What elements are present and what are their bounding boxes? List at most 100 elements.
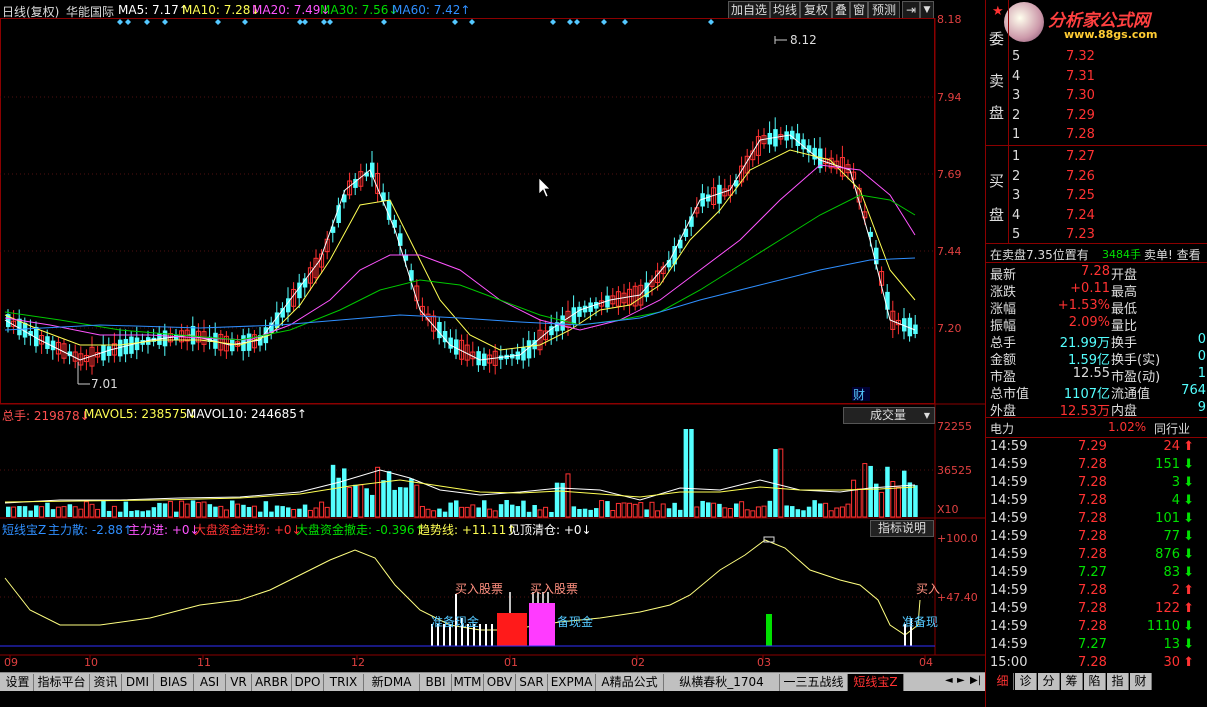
tick-time: 14:59 [990,511,1028,526]
tick-volume: 3 [1171,475,1180,490]
tick-time: 14:59 [990,475,1028,490]
sell-level-row[interactable]: 2 7.29 [986,107,1207,125]
indicator-tabbar: 设置 指标平台 资讯 DMI BIAS ASI VR ARBR DPO TRIX 新DMA BBI MT… [0,672,985,691]
tick-volume: 1110 [1146,619,1180,634]
quote-row: 市盈 12.55 市盈(动) 1 [986,365,1207,385]
tick-price: 7.28 [1078,655,1107,670]
high-price-label: 8.12 [790,33,817,47]
tick-price: 7.28 [1078,547,1107,562]
tick-time: 14:59 [990,457,1028,472]
chart-canvas[interactable]: 8.12 7.01 财 [0,0,985,672]
level-number: 5 [1012,227,1021,242]
indicator-tab[interactable]: 新DMA [364,674,420,691]
level-number: 2 [1012,107,1021,123]
jdqc-label: 见顶清仓: +0↓ [508,523,592,537]
arrow-down-icon: ⬇ [1183,511,1194,526]
buy-signal-label: 买入股票 [455,582,504,596]
arrow-down-icon: ⬇ [1183,475,1194,490]
indicator-name[interactable]: 短线宝Z [2,521,46,538]
large-order-notice[interactable]: 在卖盘7.35位置有 3484手 卖单! 查看 [986,245,1207,263]
low-price-label: 7.01 [91,377,118,391]
volume-axis-label: 36525 [937,464,972,477]
arrow-down-icon: ⬇ [1183,565,1194,580]
indicator-tab[interactable]: TRIX [324,674,364,691]
tick-volume: 122 [1155,601,1180,616]
indicator-tab[interactable]: BBI [420,674,452,691]
volume-indicator-select[interactable]: 成交量 ▼ [843,407,935,424]
indicator-tab[interactable]: BIAS [154,674,194,691]
indicator-tab[interactable]: 资讯 [90,674,122,691]
date-axis-label: 10 [84,656,98,669]
indicator-tab[interactable]: 纵横春秋_1704 [664,674,780,691]
arrow-down-icon: ⬇ [1183,619,1194,634]
star-icon[interactable]: ★ [992,4,1004,19]
arrow-up-icon: ⬆ [1183,439,1194,454]
buy-signal-label: 买入 [916,582,941,596]
indicator-tab[interactable]: VR [226,674,252,691]
tick-time: 14:59 [990,529,1028,544]
quote-row: 总市值 1107亿 流通值 764 [986,382,1207,402]
arrow-down-icon: ⬇ [1183,547,1194,562]
tick-price: 7.27 [1078,637,1107,652]
panel-tab[interactable]: 细 [992,673,1014,690]
scroll-end-icon[interactable]: ▶| [970,673,981,689]
panel-tab[interactable]: 财 [1130,673,1152,690]
sector-row[interactable]: 电力 1.02% 同行业 [986,419,1207,437]
quote-value: 12.55 [1072,366,1110,381]
trade-tick-row: 14:59 7.28 122 ⬆ [986,600,1207,618]
indicator-explain-button[interactable]: 指标说明 [870,520,934,537]
indicator-tab[interactable]: ARBR [252,674,292,691]
indicator-tab[interactable]: MTM [452,674,484,691]
finance-marker[interactable]: 财 [853,388,865,402]
sell-level-row[interactable]: 3 7.30 [986,87,1207,105]
sell-level-row[interactable]: 5 7.32 [986,48,1207,66]
indicator-tab[interactable]: 设置 [2,674,34,691]
quote-row: 总手 21.99万 换手 0 [986,331,1207,351]
indicator-tab[interactable]: OBV [484,674,516,691]
indicator-tab[interactable]: DMI [122,674,154,691]
indicator-tab[interactable]: ASI [194,674,226,691]
panel-tab[interactable]: 指 [1107,673,1129,690]
buy-level-row[interactable]: 4 7.24 [986,207,1207,225]
scroll-right-icon[interactable]: ► [957,673,965,689]
buy-level-row[interactable]: 3 7.25 [986,187,1207,205]
buy-level-row[interactable]: 5 7.23 [986,226,1207,244]
tick-volume: 83 [1163,565,1180,580]
quote-value: +1.53% [1057,298,1110,313]
price-axis-label: 7.44 [937,245,962,258]
scroll-left-icon[interactable]: ◄ [945,673,953,689]
level-number: 1 [1012,149,1021,164]
price-axis-label: 8.18 [937,13,962,26]
buy-level-row[interactable]: 2 7.26 [986,168,1207,186]
indicator-tab[interactable]: 指标平台 [34,674,90,691]
level-price: 7.30 [1066,88,1095,103]
sell-level-row[interactable]: 1 7.28 [986,126,1207,144]
level-price: 7.26 [1066,168,1095,184]
trade-tick-row: 14:59 7.28 77 ⬇ [986,528,1207,546]
indicator-tab[interactable]: A精品公式 [596,674,664,691]
panel-tab[interactable]: 分 [1038,673,1060,690]
volume-header: 总手: 219878↓ MAVOL5: 238575↓ MAVOL10: 244… [0,407,935,423]
volume-axis-label: 72255 [937,420,972,433]
tick-volume: 24 [1163,439,1180,454]
indicator-tab[interactable]: EXPMA [548,674,596,691]
indicator-tab[interactable]: 短线宝Z [848,674,904,691]
sell-level-row[interactable]: 4 7.31 [986,68,1207,86]
tick-volume: 151 [1155,457,1180,472]
trade-tick-row: 14:59 7.28 876 ⬇ [986,546,1207,564]
quote-row: 最新 7.28 开盘 [986,263,1207,283]
panel-tab[interactable]: 诊 [1015,673,1037,690]
indicator-tab[interactable]: SAR [516,674,548,691]
panel-tab[interactable]: 陷 [1084,673,1106,690]
tick-volume: 2 [1171,583,1180,598]
panel-tab[interactable]: 筹 [1061,673,1083,690]
level-price: 7.24 [1066,207,1095,223]
tab-scroll[interactable]: ◄ ► ▶| [943,673,985,690]
level-number: 4 [1012,68,1021,84]
tick-price: 7.28 [1078,601,1107,616]
buy-level-row[interactable]: 1 7.27 [986,148,1207,166]
ma20-line [4,164,916,341]
indicator-tab[interactable]: DPO [292,674,324,691]
indicator-tab[interactable]: 一三五战线 [780,674,848,691]
quote-value: +0.11 [1070,281,1110,296]
